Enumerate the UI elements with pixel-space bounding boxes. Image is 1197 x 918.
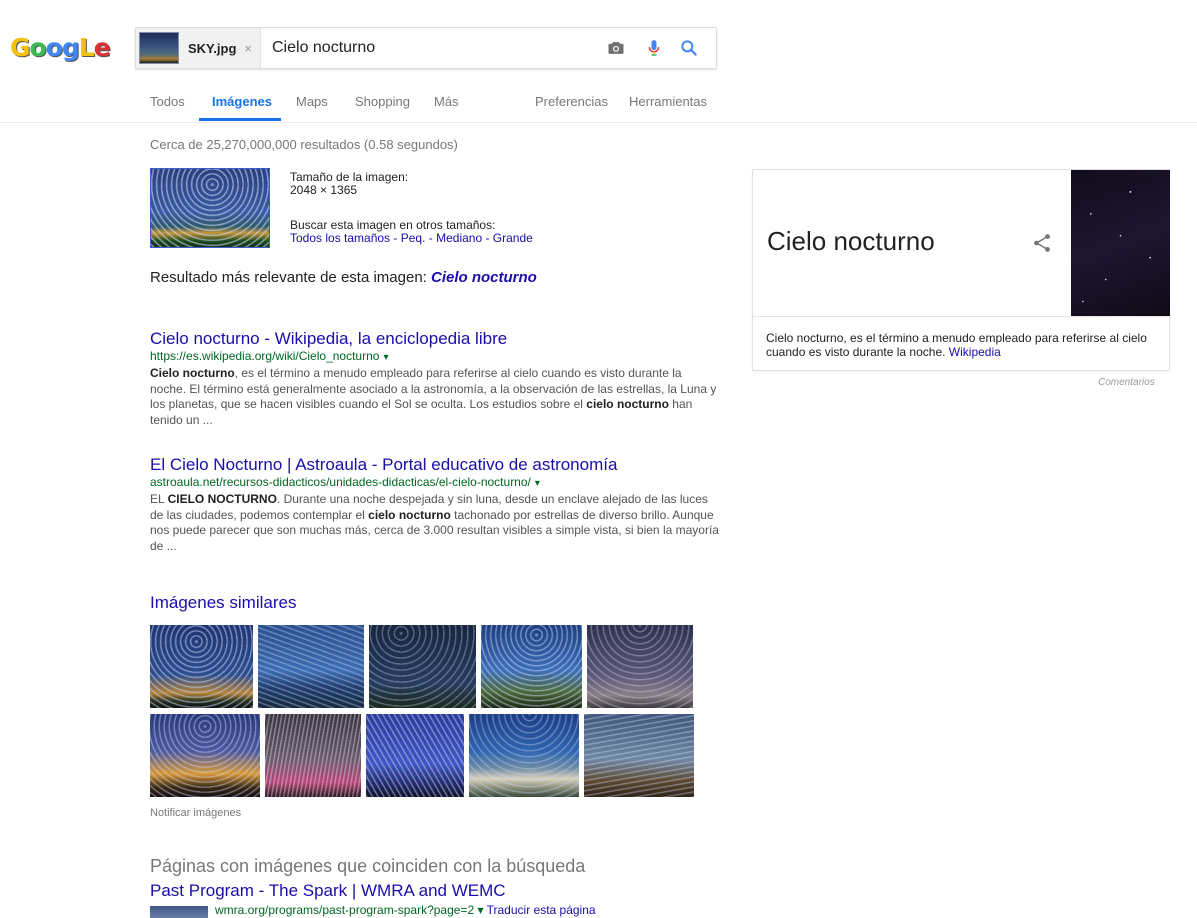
- result-url: astroaula.net/recursos-didacticos/unidad…: [150, 475, 720, 491]
- divider: [753, 316, 1169, 317]
- search-image-filename: SKY.jpg: [188, 40, 237, 56]
- similar-image[interactable]: [150, 714, 260, 797]
- similar-images-heading[interactable]: Imágenes similares: [150, 593, 296, 613]
- search-icon[interactable]: [679, 38, 699, 58]
- similar-image[interactable]: [150, 625, 253, 708]
- size-links: Todos los tamaños - Peq. - Mediano - Gra…: [290, 231, 533, 245]
- result-title-link[interactable]: El Cielo Nocturno | Astroaula - Portal e…: [150, 455, 720, 475]
- tab-imagenes[interactable]: Imágenes: [212, 94, 272, 109]
- knowledge-panel-image[interactable]: [1071, 170, 1170, 316]
- logo-letter: g: [61, 33, 80, 62]
- knowledge-panel: Cielo nocturno Cielo nocturno, es el tér…: [752, 169, 1170, 371]
- matching-page-title-link[interactable]: Past Program - The Spark | WMRA and WEMC: [150, 881, 506, 901]
- result-options-caret[interactable]: ▾: [383, 352, 388, 363]
- query-image-thumbnail[interactable]: [150, 168, 270, 248]
- feedback-link[interactable]: Comentarios: [1098, 377, 1155, 388]
- image-size-value: 2048 × 1365: [290, 183, 358, 197]
- search-result: Cielo nocturno - Wikipedia, la enciclope…: [150, 329, 720, 428]
- snippet-highlight: CIELO NOCTURNO: [167, 492, 277, 506]
- similar-image[interactable]: [584, 714, 694, 797]
- snippet-highlight: cielo nocturno: [586, 397, 669, 411]
- result-url: https://es.wikipedia.org/wiki/Cielo_noct…: [150, 349, 720, 365]
- result-snippet: Cielo nocturno, es el término a menudo e…: [150, 366, 720, 428]
- camera-icon[interactable]: [606, 38, 626, 58]
- logo-letter: o: [45, 33, 63, 62]
- size-link-all[interactable]: Todos los tamaños: [290, 231, 390, 245]
- active-tab-indicator: [199, 118, 281, 121]
- similar-image[interactable]: [366, 714, 464, 797]
- search-result: El Cielo Nocturno | Astroaula - Portal e…: [150, 455, 720, 554]
- search-box[interactable]: SKY.jpg ×: [135, 27, 717, 69]
- size-link-small[interactable]: Peq.: [401, 231, 426, 245]
- similar-image[interactable]: [369, 625, 476, 708]
- logo-letter: o: [29, 33, 47, 62]
- remove-image-button[interactable]: ×: [244, 41, 252, 56]
- similar-image[interactable]: [469, 714, 579, 797]
- tab-preferencias[interactable]: Preferencias: [535, 94, 608, 109]
- knowledge-panel-title: Cielo nocturno: [767, 226, 935, 256]
- microphone-icon[interactable]: [644, 38, 664, 58]
- search-image-thumbnail: [139, 32, 179, 64]
- snippet-highlight: Cielo nocturno: [150, 366, 235, 380]
- result-stats: Cerca de 25,270,000,000 resultados (0.58…: [150, 137, 458, 152]
- result-snippet: EL CIELO NOCTURNO. Durante una noche des…: [150, 492, 720, 554]
- matching-page-thumbnail[interactable]: [150, 906, 208, 918]
- wikipedia-source-link[interactable]: Wikipedia: [949, 345, 1001, 359]
- similar-image[interactable]: [258, 625, 364, 708]
- best-guess-prefix: Resultado más relevante de esta imagen:: [150, 269, 431, 286]
- share-icon[interactable]: [1031, 232, 1053, 254]
- matching-page-url: wmra.org/programs/past-program-spark?pag…: [215, 903, 596, 917]
- snippet-text: EL: [150, 492, 168, 506]
- result-url-text: astroaula.net/recursos-didacticos/unidad…: [150, 475, 531, 489]
- size-link-large[interactable]: Grande: [493, 231, 533, 245]
- result-title-link[interactable]: Cielo nocturno - Wikipedia, la enciclope…: [150, 329, 720, 349]
- search-tabs: Todos Imágenes Maps Shopping Más Prefere…: [0, 86, 1197, 123]
- size-separator: -: [390, 231, 401, 245]
- best-guess: Resultado más relevante de esta imagen: …: [150, 269, 537, 286]
- snippet-highlight: cielo nocturno: [368, 507, 451, 522]
- matching-page-url-text: wmra.org/programs/past-program-spark?pag…: [215, 903, 475, 917]
- similar-image[interactable]: [265, 714, 361, 797]
- tab-maps[interactable]: Maps: [296, 94, 328, 109]
- best-guess-link[interactable]: Cielo nocturno: [431, 269, 537, 286]
- result-options-caret[interactable]: ▾: [535, 478, 540, 489]
- other-sizes-label: Buscar esta imagen en otros tamaños:: [290, 218, 496, 232]
- search-input[interactable]: [272, 28, 592, 68]
- translate-page-link[interactable]: Traducir esta página: [487, 903, 596, 917]
- size-separator: -: [425, 231, 437, 245]
- size-separator: -: [482, 231, 493, 245]
- tab-mas[interactable]: Más: [434, 94, 459, 109]
- size-link-medium[interactable]: Mediano: [436, 231, 482, 245]
- similar-images-grid: [150, 625, 695, 800]
- logo-letter: G: [10, 33, 31, 62]
- report-images-link[interactable]: Notificar imágenes: [150, 807, 241, 819]
- logo-letter: e: [93, 33, 111, 62]
- knowledge-panel-description: Cielo nocturno, es el término a menudo e…: [766, 331, 1161, 359]
- tab-shopping[interactable]: Shopping: [355, 94, 410, 109]
- similar-image[interactable]: [481, 625, 582, 708]
- search-image-chip[interactable]: SKY.jpg ×: [136, 28, 261, 68]
- logo-letter: L: [78, 33, 95, 62]
- tab-todos[interactable]: Todos: [150, 94, 185, 109]
- result-url-text: https://es.wikipedia.org/wiki/Cielo_noct…: [150, 349, 380, 363]
- matching-pages-heading: Páginas con imágenes que coinciden con l…: [150, 856, 586, 876]
- similar-image[interactable]: [587, 625, 693, 708]
- google-logo[interactable]: GoogLe: [10, 33, 111, 62]
- tab-herramientas[interactable]: Herramientas: [629, 94, 707, 109]
- result-options-caret[interactable]: ▾: [477, 903, 483, 917]
